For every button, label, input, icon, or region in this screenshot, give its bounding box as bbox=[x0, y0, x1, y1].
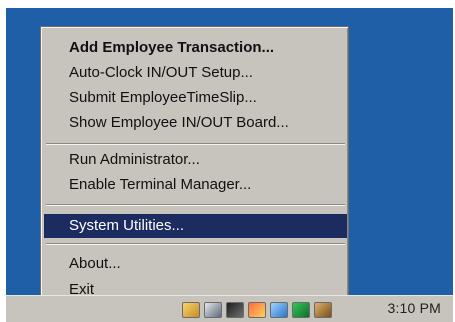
menu-separator bbox=[46, 143, 345, 145]
menu-item-add-employee-transaction[interactable]: Add Employee Transaction... bbox=[44, 36, 347, 60]
menu-item-enable-terminal-manager[interactable]: Enable Terminal Manager... bbox=[44, 173, 347, 197]
monitor-icon[interactable] bbox=[204, 302, 222, 318]
menu-separator bbox=[46, 204, 345, 206]
screenshot-frame: Add Employee Transaction... Auto-Clock I… bbox=[0, 0, 455, 322]
menu-item-system-utilities[interactable]: System Utilities... bbox=[44, 214, 347, 238]
menu-item-show-inout-board[interactable]: Show Employee IN/OUT Board... bbox=[44, 111, 347, 135]
taskbar-clock[interactable]: 3:10 PM bbox=[387, 300, 441, 316]
menu-item-submit-timeslip[interactable]: Submit EmployeeTimeSlip... bbox=[44, 86, 347, 110]
pencil-icon[interactable] bbox=[182, 302, 200, 318]
menu-item-auto-clock-setup[interactable]: Auto-Clock IN/OUT Setup... bbox=[44, 61, 347, 85]
network-icon[interactable] bbox=[270, 302, 288, 318]
grid-icon[interactable] bbox=[292, 302, 310, 318]
menu-item-run-administrator[interactable]: Run Administrator... bbox=[44, 148, 347, 172]
menu-separator bbox=[46, 243, 345, 245]
spark-icon[interactable] bbox=[248, 302, 266, 318]
system-tray bbox=[182, 300, 372, 320]
menu-item-about[interactable]: About... bbox=[44, 252, 347, 276]
package-icon[interactable] bbox=[314, 302, 332, 318]
tray-context-menu: Add Employee Transaction... Auto-Clock I… bbox=[40, 26, 349, 303]
camera-icon[interactable] bbox=[226, 302, 244, 318]
